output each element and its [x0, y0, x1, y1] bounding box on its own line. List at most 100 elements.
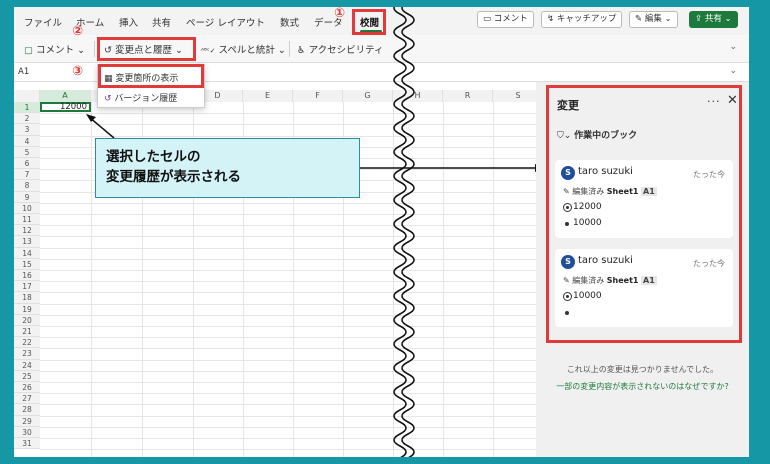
grid-row-line: [40, 214, 544, 215]
row-header[interactable]: 13: [14, 236, 40, 248]
formula-expand-chevron-icon[interactable]: ⌄: [729, 66, 737, 76]
no-more-changes-text: これ以上の変更は見つかりませんでした。: [566, 365, 719, 374]
column-header[interactable]: R: [443, 90, 493, 102]
grid-row-line: [40, 326, 544, 327]
row-header[interactable]: 17: [14, 281, 40, 293]
grid-row-line: [40, 382, 544, 383]
grid-row-line: [40, 303, 544, 305]
row-header[interactable]: 2: [14, 113, 40, 125]
tab-page-layout[interactable]: ページ レイアウト: [186, 15, 265, 29]
cell-a1[interactable]: 12000: [40, 102, 91, 112]
row-header[interactable]: 26: [14, 382, 40, 394]
grid-row-line: [40, 415, 544, 417]
share-button[interactable]: ⇪ 共有 ⌄: [689, 11, 738, 28]
catchup-icon: ↯: [547, 14, 555, 24]
row-header[interactable]: 30: [14, 426, 40, 438]
pencil-icon: ✎: [635, 14, 643, 24]
column-header[interactable]: G: [343, 90, 393, 102]
row-header[interactable]: 11: [14, 214, 40, 226]
tab-share[interactable]: 共有: [152, 15, 171, 29]
comment-tool-button[interactable]: ▢ コメント ⌄: [24, 42, 85, 56]
grid-column-line: [393, 102, 394, 457]
row-header[interactable]: 14: [14, 247, 40, 259]
spelling-stats-label: スペルと統計: [218, 45, 275, 56]
row-header[interactable]: 16: [14, 270, 40, 282]
name-box[interactable]: A1: [18, 67, 29, 77]
row-header[interactable]: 24: [14, 359, 40, 371]
grid-row-line: [40, 113, 544, 115]
row-header[interactable]: 27: [14, 393, 40, 405]
grid-row-line: [40, 124, 544, 126]
highlight-changes-history: [97, 37, 196, 61]
column-header[interactable]: A: [40, 90, 91, 102]
row-header[interactable]: 10: [14, 202, 40, 214]
grid-row-line: [40, 314, 544, 316]
row-header[interactable]: 22: [14, 337, 40, 349]
callout-line-1: 選択したセルの: [106, 149, 201, 165]
grid-row-line: [40, 247, 544, 249]
row-header[interactable]: 4: [14, 135, 40, 147]
row-header[interactable]: 15: [14, 258, 40, 270]
select-all-corner[interactable]: [14, 90, 40, 102]
accessibility-button[interactable]: ♿ アクセシビリティ: [297, 42, 384, 56]
row-header[interactable]: 12: [14, 225, 40, 237]
row-header[interactable]: 21: [14, 326, 40, 338]
row-header[interactable]: 25: [14, 370, 40, 382]
chevron-down-icon: ⌄: [664, 14, 672, 24]
add-comment-icon: ▢: [24, 45, 33, 56]
history-icon: ↺: [104, 94, 112, 104]
row-header[interactable]: 1: [14, 102, 40, 114]
grid-row-line: [40, 258, 544, 260]
row-header[interactable]: 8: [14, 180, 40, 192]
row-header[interactable]: 7: [14, 169, 40, 181]
edit-mode-button[interactable]: ✎ 編集 ⌄: [629, 11, 678, 28]
ribbon-expand-chevron-icon[interactable]: ⌄: [729, 42, 737, 52]
accessibility-icon: ♿: [297, 45, 306, 56]
toolbar-divider: [94, 41, 95, 57]
step-number-2: ②: [72, 24, 84, 39]
column-header[interactable]: H: [393, 90, 443, 102]
row-header[interactable]: 18: [14, 292, 40, 304]
catchup-button[interactable]: ↯ キャッチアップ: [541, 11, 623, 28]
chevron-down-icon: ⌄: [77, 45, 86, 56]
row-header[interactable]: 28: [14, 404, 40, 416]
row-header[interactable]: 20: [14, 314, 40, 326]
edit-mode-label: 編集: [644, 14, 662, 24]
column-header[interactable]: F: [293, 90, 343, 102]
grid-row-line: [40, 225, 544, 227]
explanation-callout: 選択したセルの 変更履歴が表示される: [95, 138, 360, 198]
comments-button-label: コメント: [493, 14, 528, 24]
grid-row-line: [40, 135, 544, 137]
column-header[interactable]: E: [243, 90, 293, 102]
grid-row-line: [40, 236, 544, 238]
why-missing-link[interactable]: 一部の変更内容が表示されないのはなぜですか?: [536, 381, 749, 392]
grid-row-line: [40, 337, 544, 339]
tab-insert[interactable]: 挿入: [119, 15, 138, 29]
share-button-label: 共有: [704, 14, 722, 24]
row-header[interactable]: 31: [14, 438, 40, 450]
grid-row-line: [40, 426, 544, 428]
comment-tool-label: コメント: [36, 45, 75, 56]
row-header[interactable]: 29: [14, 415, 40, 427]
menu-item-version-history[interactable]: ↺ バージョン履歴: [104, 91, 177, 104]
grid-column-line: [91, 102, 92, 457]
chevron-down-icon: ⌄: [277, 45, 286, 56]
chevron-down-icon: ⌄: [724, 14, 732, 24]
row-header[interactable]: 9: [14, 191, 40, 203]
highlight-show-changes: [98, 64, 204, 88]
catchup-button-label: キャッチアップ: [556, 14, 617, 24]
row-header[interactable]: 19: [14, 303, 40, 315]
tab-file[interactable]: ファイル: [24, 15, 62, 29]
comments-button[interactable]: ▭ コメント: [477, 11, 534, 28]
toolbar-divider: [289, 41, 290, 57]
spelling-stats-button[interactable]: ᴬᴮᶜ✓ スペルと統計 ⌄: [201, 42, 286, 56]
accessibility-label: アクセシビリティ: [308, 45, 384, 56]
row-header[interactable]: 6: [14, 158, 40, 170]
grid-row-line: [40, 281, 544, 283]
grid-row-line: [40, 202, 544, 204]
row-header[interactable]: 23: [14, 348, 40, 360]
row-header[interactable]: 3: [14, 124, 40, 136]
row-header[interactable]: 5: [14, 146, 40, 158]
grid-row-line: [40, 449, 544, 451]
tab-formulas[interactable]: 数式: [280, 15, 299, 29]
